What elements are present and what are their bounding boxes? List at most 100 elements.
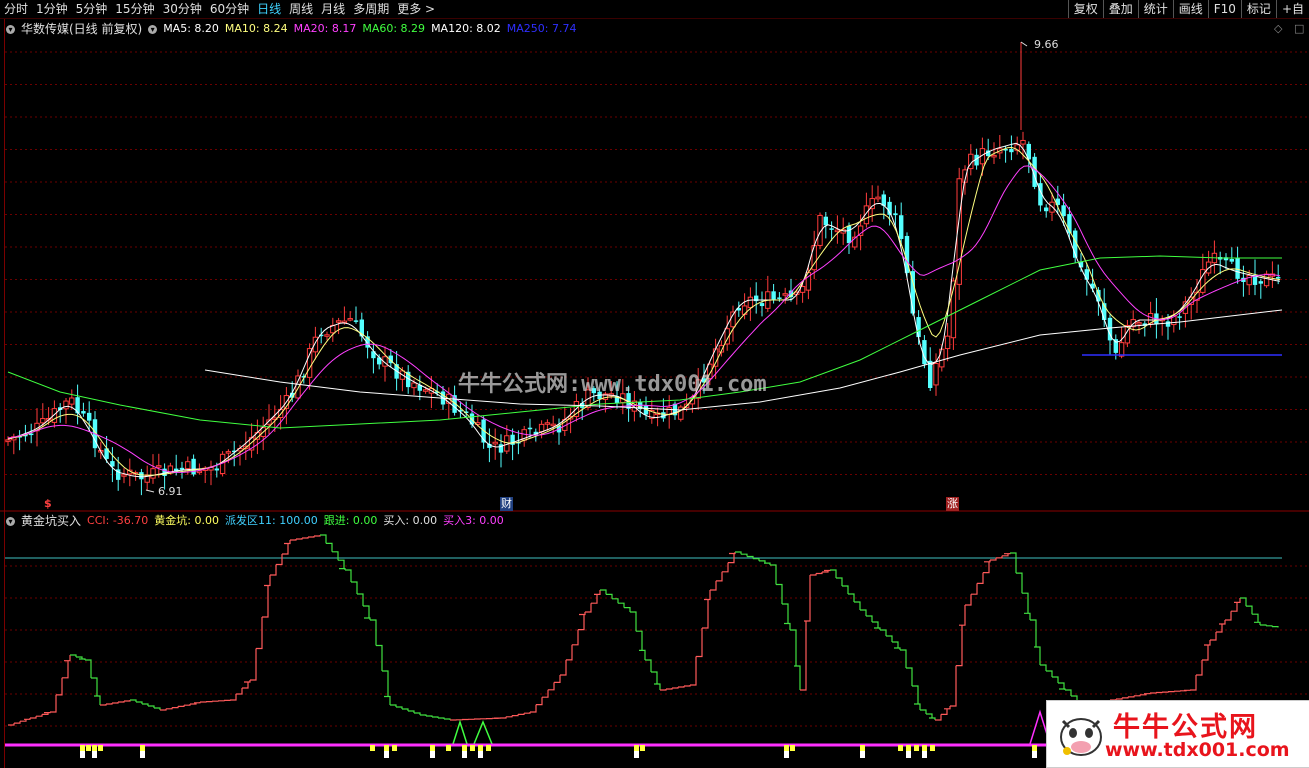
indicator-legend-0: CCI: -36.70	[87, 514, 149, 527]
cci-step	[420, 714, 427, 716]
box-icon[interactable]: □	[1294, 22, 1304, 35]
cci-step	[364, 617, 371, 620]
cci-step	[1144, 693, 1151, 695]
cci-step	[1234, 598, 1241, 604]
candle-body	[306, 348, 313, 378]
candle-body	[527, 427, 533, 430]
indicator-toggle-icon[interactable]: ▾	[6, 516, 15, 526]
signal-block	[86, 745, 91, 751]
cci-step	[1231, 602, 1238, 612]
cci-step	[118, 701, 125, 703]
signal-block	[860, 751, 865, 758]
cci-step	[500, 716, 507, 719]
cci-step	[1059, 688, 1066, 690]
cci-step	[351, 581, 358, 594]
signal-block	[430, 751, 435, 758]
ma20-line	[7, 165, 1281, 473]
signal-block	[784, 751, 789, 758]
signal-block	[80, 745, 85, 751]
cci-step	[518, 713, 525, 716]
cci-step	[842, 585, 849, 594]
signal-block	[392, 745, 397, 751]
candle-body	[544, 422, 551, 425]
signal-block	[140, 751, 145, 758]
cci-step	[810, 573, 817, 576]
signal-block	[634, 745, 639, 751]
candle-body	[1113, 339, 1118, 353]
ma-legend-4: MA120: 8.02	[431, 22, 501, 35]
signal-block	[898, 745, 903, 751]
diamond-icon[interactable]: ◇	[1274, 22, 1282, 35]
cci-step	[396, 706, 403, 709]
cci-step	[618, 602, 625, 608]
candle-body	[185, 461, 191, 470]
candle-body	[928, 360, 933, 389]
ma-legend-5: MA250: 7.74	[506, 22, 577, 35]
cci-step	[148, 705, 155, 708]
cci-step	[338, 559, 345, 569]
cci-step	[1204, 640, 1211, 646]
candle-body	[846, 225, 852, 244]
limit-up-marker-icon[interactable]: 涨	[946, 497, 959, 511]
cci-step	[184, 704, 191, 706]
cci-step	[639, 649, 646, 660]
cci-step	[566, 644, 573, 661]
cci-step	[702, 599, 709, 629]
cci-step	[1252, 613, 1259, 623]
cci-step	[160, 708, 167, 711]
candle-body	[63, 400, 69, 410]
cci-step	[1202, 645, 1209, 661]
high-price-label: 9.66	[1034, 38, 1059, 51]
signal-mark	[452, 719, 468, 745]
cci-step	[836, 577, 843, 586]
cci-step	[1040, 664, 1047, 671]
candle-body	[777, 297, 782, 299]
cci-step	[345, 569, 352, 582]
cci-step	[1052, 676, 1059, 683]
signal-block	[80, 751, 85, 758]
cci-step	[1128, 695, 1135, 698]
ma-legend-2: MA20: 8.17	[293, 22, 357, 35]
cci-step	[666, 688, 673, 690]
cci-step	[800, 621, 807, 691]
candle-body	[295, 375, 301, 399]
cci-step	[363, 605, 370, 618]
candle-body	[550, 423, 556, 427]
cci-step	[860, 609, 867, 616]
cci-step	[830, 569, 837, 578]
cci-step	[194, 702, 201, 704]
event-marker-icon[interactable]: $	[44, 497, 52, 511]
indicator-legend: ▾ 黄金坑买入 CCI: -36.70 黄金坑: 0.00 派发区11: 100.0…	[6, 514, 504, 528]
cci-step	[142, 703, 149, 706]
cci-step	[651, 671, 658, 684]
cci-step	[230, 694, 237, 701]
cci-step	[684, 685, 691, 687]
low-pointer	[145, 489, 155, 493]
cci-step	[1219, 620, 1226, 625]
main-legend-toggle-icon[interactable]: ▾	[6, 24, 15, 34]
cci-step	[1225, 611, 1232, 621]
cci-step	[124, 700, 131, 702]
cci-step	[1216, 624, 1223, 633]
indicator-legend-1: 黄金坑: 0.00	[154, 514, 219, 527]
cci-step	[594, 590, 601, 596]
low-price-label: 6.91	[158, 485, 183, 498]
candle-body	[899, 215, 904, 239]
signal-block	[92, 751, 97, 758]
cci-step	[506, 715, 513, 718]
signal-block	[140, 745, 145, 751]
cci-step	[1065, 689, 1072, 696]
finance-marker-icon[interactable]: 财	[500, 497, 513, 511]
candle-body	[1229, 259, 1234, 262]
signal-mark	[473, 720, 493, 745]
cci-step	[722, 562, 729, 573]
cci-step	[130, 699, 137, 702]
candle-body	[823, 216, 828, 226]
ma-settings-icon[interactable]: ▾	[148, 24, 158, 34]
candle-body	[782, 293, 788, 296]
candle-body	[1276, 277, 1281, 279]
candle-body	[1118, 342, 1125, 357]
cci-step	[624, 606, 631, 612]
cci-step	[548, 682, 555, 691]
cci-step	[977, 572, 984, 585]
